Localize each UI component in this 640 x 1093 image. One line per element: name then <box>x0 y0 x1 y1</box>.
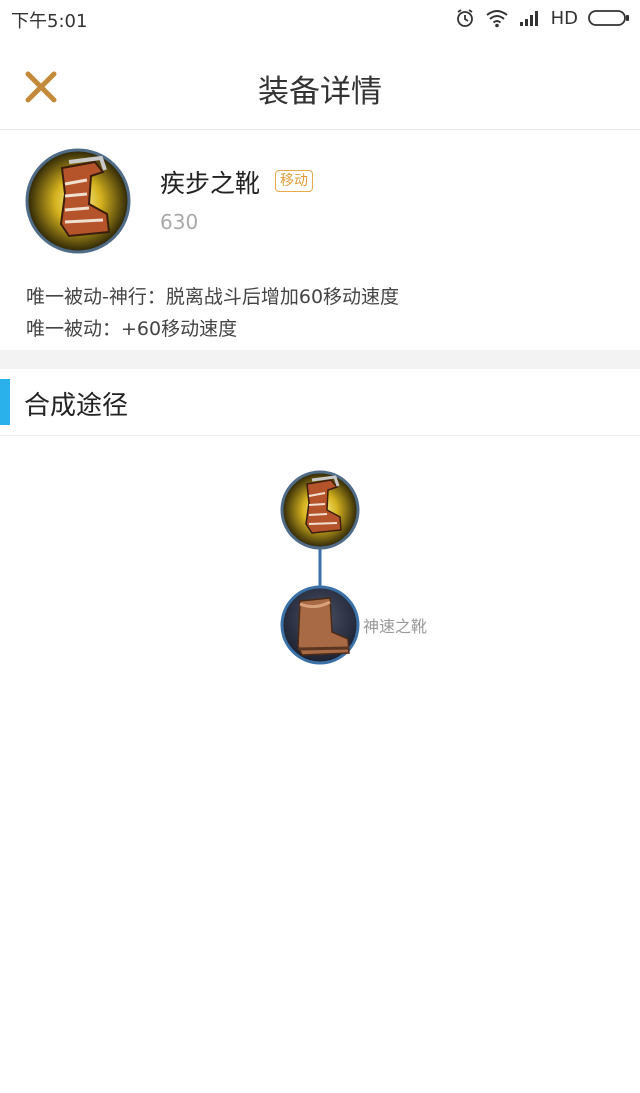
signal-icon <box>519 11 538 26</box>
recipe-section-title: 合成途径 <box>24 391 129 421</box>
wifi-icon <box>485 10 508 28</box>
page-title: 装备详情 <box>258 74 382 110</box>
item-name: 疾步之靴 <box>160 169 261 198</box>
alarm-icon <box>456 9 473 27</box>
battery-icon <box>588 10 629 26</box>
item-category-badge: 移动 <box>275 170 313 192</box>
recipe-section-header: 合成途径 <box>0 369 640 436</box>
item-price: 630 <box>160 210 199 234</box>
recipe-root-node[interactable] <box>280 470 360 550</box>
boots-of-speed-icon <box>25 148 131 254</box>
recipe-child-name: 神速之靴 <box>363 617 428 636</box>
network-type: HD <box>550 7 578 29</box>
recipe-child-node[interactable] <box>280 585 360 665</box>
section-divider <box>0 350 640 369</box>
item-description: 唯一被动-神行：脱离战斗后增加60移动速度 <box>26 286 400 308</box>
nav-bar: 装备详情 <box>0 36 640 130</box>
status-icons: HD <box>455 6 630 30</box>
item-header: 疾步之靴 移动 630 唯一被动-神行：脱离战斗后增加60移动速度 唯一被动：+… <box>0 130 640 350</box>
recipe-tree <box>280 470 360 665</box>
item-description: 唯一被动：+60移动速度 <box>26 318 238 340</box>
section-accent-bar <box>0 379 10 425</box>
status-bar: 下午5:01 HD <box>0 0 640 36</box>
status-time: 下午5:01 <box>11 11 88 32</box>
